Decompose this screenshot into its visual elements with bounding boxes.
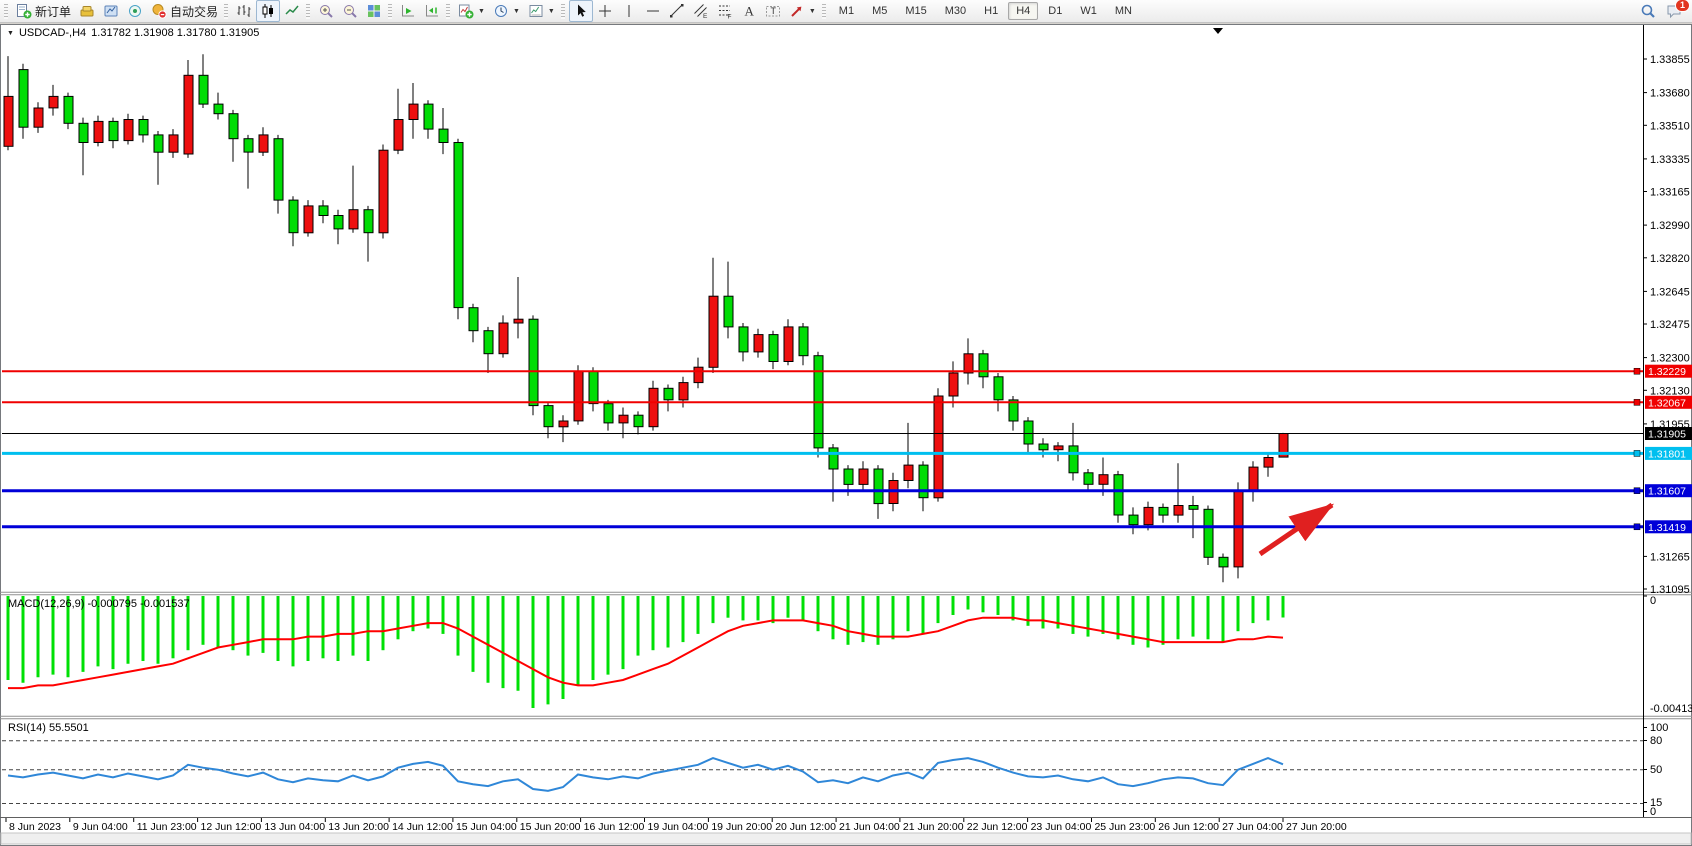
hline-icon <box>645 3 661 19</box>
indicators-icon <box>458 3 474 19</box>
vline-icon <box>621 3 637 19</box>
one-click-panel-toggle-icon[interactable]: ▼ <box>7 30 14 37</box>
zoom-in-button[interactable] <box>314 0 338 22</box>
text-label-button[interactable]: T <box>761 0 785 22</box>
toolbar-grip <box>4 4 8 19</box>
toolbar-grip <box>306 4 310 19</box>
toolbar-right-group: 1 <box>1640 3 1692 19</box>
timeframe-button-m1[interactable]: M1 <box>831 2 862 20</box>
notification-count-badge: 1 <box>1675 0 1690 12</box>
chart-symbol-period: USDCAD-,H4 <box>19 27 86 39</box>
notifications-button[interactable]: 1 <box>1666 3 1682 19</box>
periods-icon <box>493 3 509 19</box>
chart-title-row: ▼ USDCAD-,H4 1.31782 1.31908 1.31780 1.3… <box>7 27 259 39</box>
trend-icon <box>669 3 685 19</box>
bar-chart-button[interactable] <box>232 0 256 22</box>
tile-icon <box>366 3 382 19</box>
chart-shift-button[interactable] <box>420 0 444 22</box>
svg-text:F: F <box>727 14 731 20</box>
autotrading-button[interactable]: 自动交易 <box>147 0 222 22</box>
new-order-button-label: 新订单 <box>35 3 71 20</box>
bar-type-icon <box>236 3 252 19</box>
auto-scroll-icon <box>400 3 416 19</box>
chart-shift-icon <box>424 3 440 19</box>
toolbar-grip <box>224 4 228 19</box>
timeframe-button-d1[interactable]: D1 <box>1040 2 1070 20</box>
text-button[interactable]: A <box>737 0 761 22</box>
tile-windows-button[interactable] <box>362 0 386 22</box>
svg-text:T: T <box>770 6 776 16</box>
templates-icon <box>528 3 544 19</box>
channel-icon: E <box>693 3 709 19</box>
metaeditor-button[interactable] <box>99 0 123 22</box>
new-order-icon <box>16 3 32 19</box>
crosshair-icon <box>597 3 613 19</box>
timeframe-button-m30[interactable]: M30 <box>937 2 974 20</box>
chevron-down-icon: ▼ <box>513 8 520 15</box>
toolbar-grip <box>388 4 392 19</box>
periods-button[interactable]: ▼ <box>489 0 524 22</box>
zoom-in-icon <box>318 3 334 19</box>
chevron-down-icon: ▼ <box>478 8 485 15</box>
templates-button[interactable]: ▼ <box>524 0 559 22</box>
zoom-out-button[interactable] <box>338 0 362 22</box>
arrows-tool-icon <box>789 3 805 19</box>
editor-icon <box>103 3 119 19</box>
chevron-down-icon: ▼ <box>809 8 816 15</box>
line-type-icon <box>284 3 300 19</box>
autotrade-icon <box>151 3 167 19</box>
line-chart-button[interactable] <box>280 0 304 22</box>
search-icon <box>1640 3 1656 19</box>
fibo-icon: F <box>717 3 733 19</box>
chart-window <box>0 24 1692 846</box>
chart-ohlc-values: 1.31782 1.31908 1.31780 1.31905 <box>91 27 259 39</box>
signal-icon <box>127 3 143 19</box>
timeframe-button-h1[interactable]: H1 <box>976 2 1006 20</box>
horizontal-line-button[interactable] <box>641 0 665 22</box>
chevron-down-icon: ▼ <box>548 8 555 15</box>
text-a-icon: A <box>741 3 757 19</box>
main-toolbar: 新订单 自动交易 ▼ ▼ ▼ E F A T ▼ M1M5M15M30H1H4D1W1MN 1 <box>0 0 1692 23</box>
equidistant-channel-button[interactable]: E <box>689 0 713 22</box>
timeframe-button-m15[interactable]: M15 <box>897 2 934 20</box>
crosshair-button[interactable] <box>593 0 617 22</box>
indicators-button[interactable]: ▼ <box>454 0 489 22</box>
arrows-button[interactable]: ▼ <box>785 0 820 22</box>
svg-text:E: E <box>703 13 708 19</box>
search-button[interactable] <box>1640 3 1656 19</box>
timeframe-button-h4[interactable]: H4 <box>1008 2 1038 20</box>
trendline-button[interactable] <box>665 0 689 22</box>
autotrading-button-label: 自动交易 <box>170 3 218 20</box>
svg-text:A: A <box>744 4 754 19</box>
timeframe-button-m5[interactable]: M5 <box>864 2 895 20</box>
zoom-out-icon <box>342 3 358 19</box>
fibonacci-button[interactable]: F <box>713 0 737 22</box>
timeframe-button-w1[interactable]: W1 <box>1072 2 1105 20</box>
gold-icon <box>79 3 95 19</box>
candle-type-icon <box>260 3 276 19</box>
cursor-button[interactable] <box>569 0 593 22</box>
chart-window-button[interactable] <box>75 0 99 22</box>
vertical-line-button[interactable] <box>617 0 641 22</box>
text-label-icon: T <box>765 3 781 19</box>
candlestick-chart-button[interactable] <box>256 0 280 22</box>
auto-scroll-button[interactable] <box>396 0 420 22</box>
cursor-icon <box>573 3 589 19</box>
toolbar-grip <box>446 4 450 19</box>
new-order-button[interactable]: 新订单 <box>12 0 75 22</box>
toolbar-grip <box>822 4 826 19</box>
timeframe-button-mn[interactable]: MN <box>1107 2 1140 20</box>
toolbar-grip <box>561 4 565 19</box>
signals-button[interactable] <box>123 0 147 22</box>
